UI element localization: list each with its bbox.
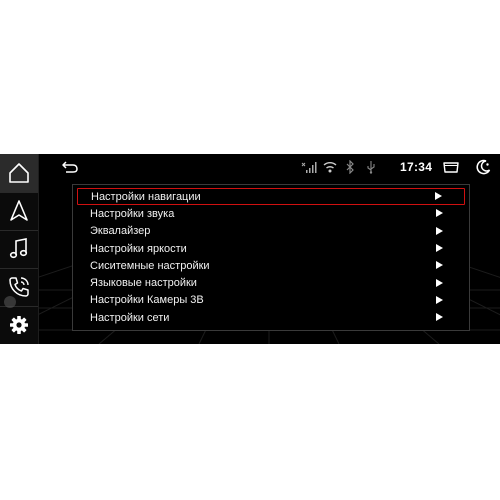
window-icon xyxy=(443,162,459,173)
night-mode-icon xyxy=(476,159,491,175)
dock-music-button[interactable] xyxy=(0,230,38,269)
chevron-right-icon xyxy=(436,244,443,253)
chevron-right-icon xyxy=(436,209,443,218)
bluetooth-icon xyxy=(346,160,354,174)
home-icon xyxy=(9,163,29,183)
clock-time: 17:34 xyxy=(400,160,433,174)
menu-item-label: Настройки Камеры 3В xyxy=(90,294,204,307)
back-button[interactable] xyxy=(61,154,79,180)
settings-menu-list: Настройки навигации Настройки звука Эквала… xyxy=(77,188,465,326)
menu-item-label: Настройки сети xyxy=(90,311,170,324)
music-icon xyxy=(9,238,28,259)
dock-phone-button[interactable] xyxy=(0,268,38,308)
navigation-icon xyxy=(10,200,28,221)
signal-indicator xyxy=(301,154,317,180)
chevron-right-icon xyxy=(436,295,443,304)
menu-item-label: Настройки навигации xyxy=(91,190,201,203)
night-mode-button[interactable] xyxy=(475,154,491,180)
menu-item[interactable]: Настройки навигации xyxy=(77,188,465,206)
usb-indicator xyxy=(366,154,376,180)
wifi-indicator xyxy=(323,154,337,180)
chevron-right-icon xyxy=(436,278,443,287)
menu-item-label: Языковые настройки xyxy=(90,277,197,290)
window-button[interactable] xyxy=(442,154,460,180)
settings-menu-panel: Настройки навигации Настройки звука Эквала… xyxy=(72,184,470,331)
menu-item[interactable]: Настройки Камеры 3В xyxy=(77,292,465,309)
dock-settings-button[interactable] xyxy=(0,306,38,344)
wifi-icon xyxy=(323,162,337,173)
chevron-right-icon xyxy=(436,226,443,235)
chevron-right-icon xyxy=(435,192,442,201)
menu-item[interactable]: Эквалайзер xyxy=(77,223,465,240)
usb-icon xyxy=(367,161,375,174)
bluetooth-indicator xyxy=(345,154,355,180)
menu-item[interactable]: Сиситемные настройки xyxy=(77,257,465,274)
clock: 17:34 xyxy=(400,154,432,180)
dock-home-button[interactable] xyxy=(0,154,38,193)
back-arrow-icon xyxy=(62,161,78,173)
chevron-right-icon xyxy=(436,261,443,270)
dock-navigation-button[interactable] xyxy=(0,192,38,231)
menu-item-label: Настройки звука xyxy=(90,207,175,220)
menu-item-label: Сиситемные настройки xyxy=(90,259,210,272)
settings-gear-icon xyxy=(10,316,28,334)
status-bar: 17:34 xyxy=(39,154,500,180)
menu-item[interactable]: Настройки яркости xyxy=(77,240,465,257)
no-signal-icon xyxy=(301,162,317,173)
menu-item[interactable]: Языковые настройки xyxy=(77,274,465,291)
menu-item-label: Настройки яркости xyxy=(90,242,187,255)
menu-item[interactable]: Настройки сети xyxy=(77,309,465,326)
menu-item-label: Эквалайзер xyxy=(90,225,151,238)
left-dock xyxy=(0,154,39,344)
chevron-right-icon xyxy=(436,313,443,322)
menu-item[interactable]: Настройки звука xyxy=(77,205,465,222)
